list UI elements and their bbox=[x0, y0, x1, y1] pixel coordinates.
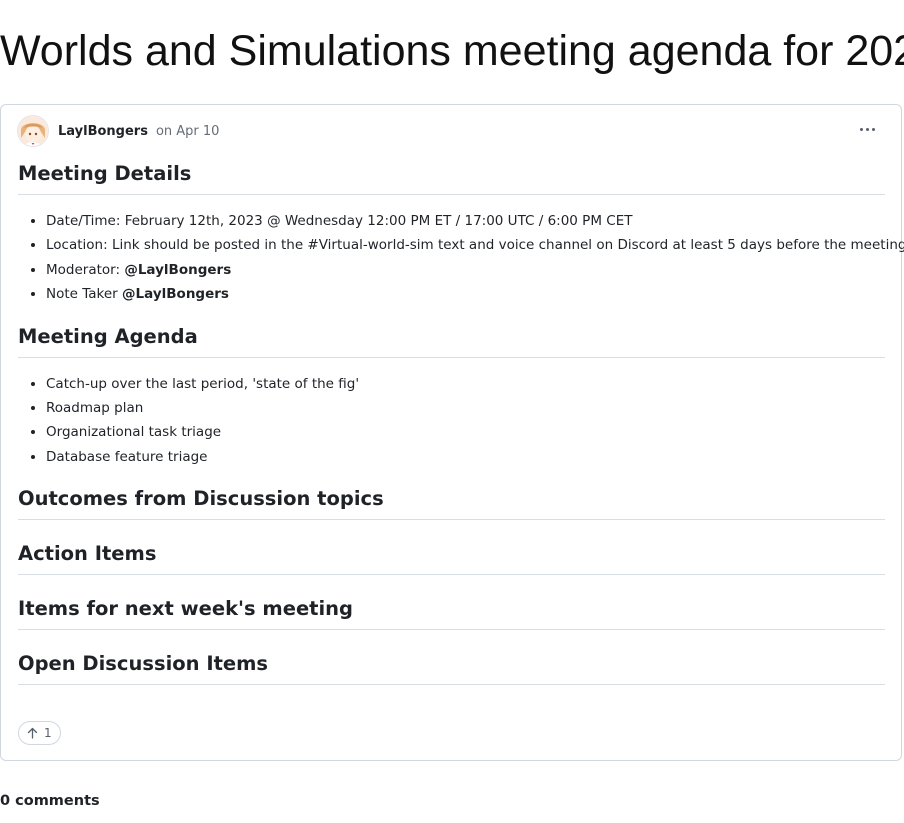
heading-meeting-agenda: Meeting Agenda bbox=[18, 323, 885, 358]
upvote-count: 1 bbox=[44, 726, 52, 740]
heading-action-items: Action Items bbox=[18, 540, 885, 576]
heading-meeting-details: Meeting Details bbox=[18, 160, 885, 195]
user-mention[interactable]: @LaylBongers bbox=[124, 262, 231, 278]
list-item: Database feature triage bbox=[46, 445, 885, 469]
list-item: Roadmap plan bbox=[46, 396, 885, 420]
heading-outcomes: Outcomes from Discussion topics bbox=[18, 485, 885, 521]
user-mention[interactable]: @LaylBongers bbox=[122, 286, 229, 302]
list-item: Note Taker @LaylBongers bbox=[46, 282, 885, 306]
meeting-agenda-list: Catch-up over the last period, 'state of… bbox=[18, 372, 885, 470]
list-item: Location: Link should be posted in the #… bbox=[46, 233, 904, 257]
list-item: Organizational task triage bbox=[46, 420, 885, 444]
list-item: Catch-up over the last period, 'state of… bbox=[46, 372, 885, 396]
post-body: Meeting Details Date/Time: February 12th… bbox=[18, 160, 904, 686]
list-item: Moderator: @LaylBongers bbox=[46, 258, 885, 282]
comments-count: 0 comments bbox=[0, 793, 100, 809]
list-item: Date/Time: February 12th, 2023 @ Wednesd… bbox=[46, 209, 885, 233]
post-timestamp[interactable]: on Apr 10 bbox=[156, 124, 220, 139]
upvote-button[interactable]: 1 bbox=[18, 721, 61, 745]
arrow-up-icon bbox=[27, 727, 38, 739]
avatar[interactable] bbox=[17, 115, 49, 147]
heading-next-week: Items for next week's meeting bbox=[18, 595, 885, 631]
kebab-horizontal-icon[interactable] bbox=[855, 118, 879, 140]
meeting-details-list: Date/Time: February 12th, 2023 @ Wednesd… bbox=[18, 209, 904, 307]
heading-open-discussion: Open Discussion Items bbox=[18, 650, 885, 686]
post-header: LaylBongers on Apr 10 bbox=[17, 114, 885, 148]
discussion-post: LaylBongers on Apr 10 Meeting Details Da… bbox=[0, 104, 904, 761]
page-title: Worlds and Simulations meeting agenda fo… bbox=[0, 27, 904, 75]
author-name[interactable]: LaylBongers bbox=[58, 124, 148, 139]
